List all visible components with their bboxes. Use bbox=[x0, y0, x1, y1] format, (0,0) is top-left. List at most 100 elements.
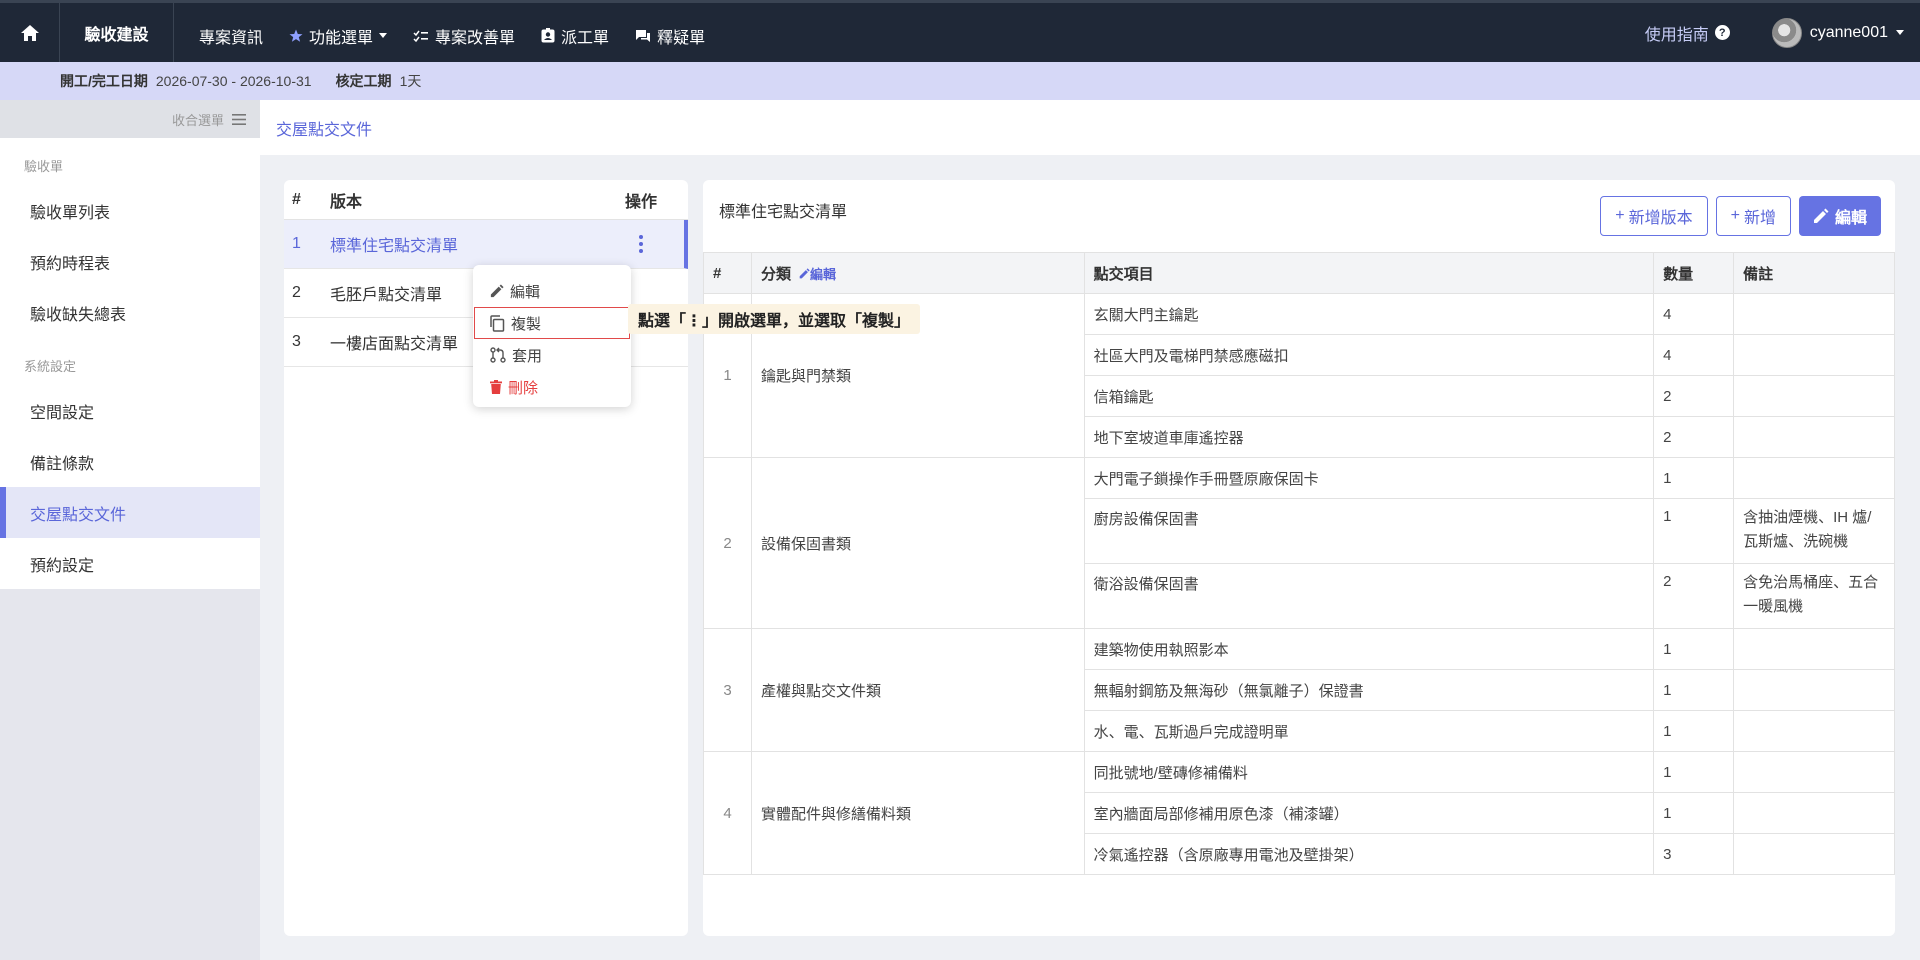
copy-icon bbox=[490, 314, 505, 332]
kebab-menu-icon[interactable] bbox=[639, 235, 643, 253]
version-row[interactable]: 1 標準住宅點交清單 bbox=[284, 220, 688, 269]
guide-label: 使用指南 bbox=[1644, 26, 1709, 44]
group-category: 產權與點交文件類 bbox=[750, 628, 1085, 752]
period-label: 核定工期 bbox=[335, 73, 392, 89]
item-qty: 1 bbox=[1653, 710, 1735, 752]
item-note bbox=[1733, 293, 1895, 335]
pencil-icon bbox=[1813, 208, 1829, 223]
collapse-menu-button[interactable]: 收合選單 bbox=[0, 100, 260, 138]
item-note bbox=[1733, 457, 1895, 499]
version-num: 1 bbox=[292, 235, 301, 252]
item-note bbox=[1733, 792, 1895, 834]
brand-link[interactable]: 驗收建設 bbox=[60, 3, 174, 62]
nav-clarification[interactable]: 釋疑單 bbox=[622, 24, 718, 48]
table-row: 2 設備保固書類 大門電子鎖操作手冊暨原廠保固卡 1 bbox=[703, 457, 1895, 629]
handover-items-table: # 分類 編輯 點交項目 數量 備註 1 鑰匙與門禁類 玄關大門主鑰匙 4 社區大… bbox=[703, 252, 1895, 875]
home-button[interactable] bbox=[0, 3, 60, 62]
sidebar-item-space-settings[interactable]: 空間設定 bbox=[0, 385, 260, 436]
collapse-label: 收合選單 bbox=[171, 112, 224, 128]
item-name: 大門電子鎖操作手冊暨原廠保固卡 bbox=[1083, 457, 1655, 499]
merge-icon bbox=[490, 347, 506, 363]
category-edit-link[interactable]: 編輯 bbox=[799, 267, 836, 282]
avatar bbox=[1771, 17, 1802, 48]
sidebar-item-acceptance-list[interactable]: 驗收單列表 bbox=[0, 185, 260, 236]
menu-delete[interactable]: 刪除 bbox=[473, 371, 631, 403]
sidebar-item-remark-terms[interactable]: 備註條款 bbox=[0, 436, 260, 487]
table-header-row: # 分類 編輯 點交項目 數量 備註 bbox=[703, 252, 1895, 294]
sidebar-item-booking-schedule[interactable]: 預約時程表 bbox=[0, 236, 260, 287]
sidebar-item-booking-settings[interactable]: 預約設定 bbox=[0, 538, 260, 589]
edit-label: 編輯 bbox=[1834, 210, 1867, 227]
nav-label: 專案改善單 bbox=[435, 29, 516, 47]
category-edit-label: 編輯 bbox=[809, 266, 836, 282]
nav-improvement[interactable]: 專案改善單 bbox=[400, 24, 528, 48]
item-qty: 2 bbox=[1653, 416, 1735, 458]
nav-function-menu[interactable]: 功能選單 bbox=[276, 24, 400, 48]
nav-label: 功能選單 bbox=[309, 29, 374, 47]
sidebar-section-settings: 系統設定 bbox=[0, 338, 260, 385]
period-value: 1天 bbox=[399, 73, 422, 89]
item-note bbox=[1733, 669, 1895, 711]
sidebar-item-defect-summary[interactable]: 驗收缺失總表 bbox=[0, 287, 260, 338]
edit-button[interactable]: 編輯 bbox=[1798, 196, 1881, 236]
item-qty: 1 bbox=[1653, 628, 1735, 670]
item-qty: 1 bbox=[1653, 792, 1735, 834]
nav-project-info[interactable]: 專案資訊 bbox=[186, 24, 276, 48]
checklist-detail-panel: 標準住宅點交清單 + 新增版本 + 新增 編輯 # 分類 編輯 點交項目 數量 … bbox=[703, 180, 1895, 936]
sidebar: 收合選單 驗收單 驗收單列表 預約時程表 驗收缺失總表 系統設定 空間設定 備註… bbox=[0, 100, 260, 960]
menu-edit[interactable]: 編輯 bbox=[473, 275, 631, 307]
col-item: 點交項目 bbox=[1083, 252, 1655, 294]
item-note: 含免治馬桶座、五合一暖風機 bbox=[1733, 563, 1895, 629]
username: cyanne001 bbox=[1809, 23, 1888, 41]
menu-apply[interactable]: 套用 bbox=[473, 339, 631, 371]
detail-title: 標準住宅點交清單 bbox=[719, 204, 848, 221]
group-category: 設備保固書類 bbox=[750, 457, 1085, 629]
item-name: 同批號地/壁磚修補備料 bbox=[1083, 751, 1655, 793]
add-button[interactable]: + 新增 bbox=[1715, 196, 1791, 236]
item-name: 室內牆面局部修補用原色漆（補漆罐） bbox=[1083, 792, 1655, 834]
table-row: 3 產權與點交文件類 建築物使用執照影本 1 bbox=[703, 628, 1895, 752]
item-note bbox=[1733, 751, 1895, 793]
new-version-button[interactable]: + 新增版本 bbox=[1600, 196, 1708, 236]
col-num: # bbox=[703, 252, 752, 294]
user-menu[interactable]: cyanne001 bbox=[1771, 17, 1904, 48]
sidebar-menu: 驗收單 驗收單列表 預約時程表 驗收缺失總表 系統設定 空間設定 備註條款 交屋… bbox=[0, 138, 260, 589]
sidebar-item-handover-docs[interactable]: 交屋點交文件 bbox=[0, 487, 260, 538]
detail-header: 標準住宅點交清單 + 新增版本 + 新增 編輯 bbox=[703, 180, 1895, 252]
nav-label: 釋疑單 bbox=[657, 29, 706, 47]
top-navbar: 驗收建設 專案資訊 功能選單 專案改善單 派工單 釋疑單 使用指南 ? cyan… bbox=[0, 0, 1920, 62]
item-qty: 1 bbox=[1653, 751, 1735, 793]
date-label: 開工/完工日期 bbox=[60, 73, 148, 89]
badge-icon bbox=[541, 28, 555, 43]
caret-down-icon bbox=[379, 33, 388, 38]
user-guide-link[interactable]: 使用指南 ? bbox=[1645, 21, 1730, 45]
menu-copy-label: 複製 bbox=[511, 315, 542, 333]
item-name: 信箱鑰匙 bbox=[1083, 375, 1655, 417]
breadcrumb: 交屋點交文件 bbox=[260, 100, 1920, 155]
menu-apply-label: 套用 bbox=[512, 347, 543, 365]
item-qty: 3 bbox=[1653, 833, 1735, 875]
item-name: 地下室坡道車庫遙控器 bbox=[1083, 416, 1655, 458]
header-op: 操作 bbox=[624, 193, 657, 211]
new-version-label: 新增版本 bbox=[1628, 210, 1693, 227]
menu-delete-label: 刪除 bbox=[508, 379, 539, 397]
item-qty: 1 bbox=[1653, 669, 1735, 711]
plus-icon: + bbox=[1730, 207, 1740, 224]
col-category-label: 分類 bbox=[760, 265, 791, 283]
nav-label: 派工單 bbox=[561, 29, 610, 47]
col-category: 分類 編輯 bbox=[750, 252, 1085, 294]
nav-dispatch[interactable]: 派工單 bbox=[528, 24, 622, 48]
col-qty: 數量 bbox=[1653, 252, 1735, 294]
checklist-icon bbox=[413, 30, 429, 42]
item-note bbox=[1733, 334, 1895, 376]
item-name: 社區大門及電梯門禁感應磁扣 bbox=[1083, 334, 1655, 376]
group-category: 實體配件與修繕備料類 bbox=[750, 751, 1085, 875]
item-name: 冷氣遙控器（含原廠專用電池及壁掛架） bbox=[1083, 833, 1655, 875]
item-qty: 1 bbox=[1653, 498, 1735, 564]
group-num: 3 bbox=[703, 628, 752, 752]
version-num: 2 bbox=[292, 284, 301, 301]
menu-copy[interactable]: 複製 bbox=[474, 307, 630, 339]
sidebar-section-acceptance: 驗收單 bbox=[24, 159, 64, 174]
item-note bbox=[1733, 833, 1895, 875]
chat-icon bbox=[636, 29, 651, 42]
